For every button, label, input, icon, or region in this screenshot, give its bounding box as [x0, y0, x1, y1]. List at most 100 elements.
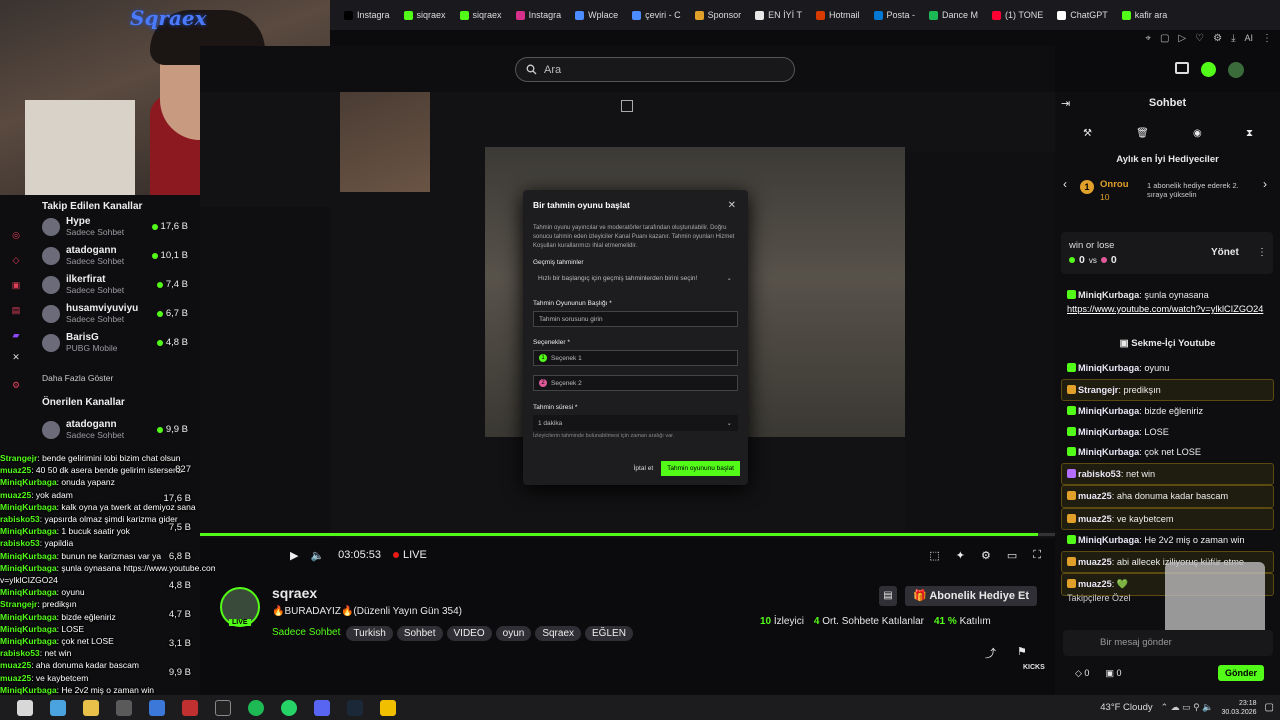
chat-username[interactable]: Strangejr: [1078, 385, 1118, 395]
browser-tab[interactable]: Posta -: [868, 4, 922, 26]
stream-tag[interactable]: EĞLEN: [585, 626, 633, 641]
sidebar-channel[interactable]: BarisG PUBG Mobile 4,8 B: [0, 328, 200, 357]
sidebar-channel[interactable]: atadogann Sadece Sohbet 10,1 B: [0, 241, 200, 270]
whatsapp-icon[interactable]: [281, 699, 297, 716]
ai-icon[interactable]: AI: [1244, 33, 1253, 43]
download-icon[interactable]: ⤓: [1231, 33, 1235, 44]
option-2-input[interactable]: 2 Seçenek 2: [533, 375, 738, 391]
twitch-icon[interactable]: ▰: [11, 330, 21, 340]
chat-bubble-icon[interactable]: ◉: [1193, 128, 1202, 139]
sparkle-icon[interactable]: ✦: [956, 549, 965, 562]
chevron-left-icon[interactable]: ‹: [1063, 177, 1067, 191]
cancel-button[interactable]: İptal et: [634, 465, 654, 472]
play-icon[interactable]: ▷: [1178, 33, 1186, 44]
sidebar-channel[interactable]: husamviyuviyu Sadece Sohbet 6,7 B: [0, 299, 200, 328]
avatar[interactable]: [1228, 62, 1244, 78]
obs-icon[interactable]: [215, 699, 231, 716]
share-icon[interactable]: ⤴: [985, 645, 996, 661]
hammer-icon[interactable]: ⚒: [1083, 128, 1092, 139]
history-select[interactable]: Hızlı bir başlangıç için geçmiş tahminle…: [533, 270, 738, 286]
theater-icon[interactable]: ▭: [1007, 549, 1017, 562]
search-icon[interactable]: [50, 699, 66, 716]
chat-username[interactable]: MiniqKurbaga: [1078, 427, 1139, 437]
report-icon[interactable]: ⚑: [1017, 645, 1027, 658]
stream-tag[interactable]: oyun: [495, 626, 532, 641]
discord-icon[interactable]: [314, 699, 330, 716]
show-more-link[interactable]: Daha Fazla Göster: [42, 373, 113, 383]
categories-icon[interactable]: ◇: [11, 255, 21, 265]
stream-tag[interactable]: Turkish: [346, 626, 393, 641]
browse-icon[interactable]: ◎: [11, 230, 21, 240]
trash-icon[interactable]: 🗑: [1136, 128, 1149, 139]
chat-username[interactable]: muaz25: [1078, 491, 1112, 501]
stream-tag[interactable]: Sohbet: [396, 626, 443, 641]
browser-tab[interactable]: Instagra: [510, 4, 568, 26]
manage-button[interactable]: Yönet: [1211, 247, 1239, 258]
prediction-card[interactable]: win or lose 0 vs 0 Yönet ⋮: [1061, 232, 1273, 274]
browser-tab[interactable]: çeviri - C: [626, 4, 687, 26]
sidebar-channel[interactable]: Hype Sadece Sohbet 17,6 B: [0, 212, 200, 241]
browser-tab[interactable]: Wplace: [569, 4, 624, 26]
send-button[interactable]: Gönder: [1218, 665, 1265, 681]
app-red-icon[interactable]: [182, 699, 198, 716]
stream-tag[interactable]: Sqraex: [535, 626, 582, 641]
sidebar-channel[interactable]: ilkerfirat Sadece Sohbet 7,4 B: [0, 270, 200, 299]
chat-username[interactable]: MiniqKurbaga: [1078, 363, 1139, 373]
more-options-icon[interactable]: ▤: [879, 586, 897, 606]
steam-icon[interactable]: [347, 699, 363, 716]
pinned-link[interactable]: https://www.youtube.com/watch?v=ylklCIZG…: [1067, 304, 1263, 314]
chat-username[interactable]: rabisko53: [1078, 469, 1121, 479]
start-prediction-button[interactable]: Tahmin oyununu başlat: [661, 461, 740, 476]
heart-icon[interactable]: ♡: [1195, 33, 1204, 44]
browser-tab[interactable]: Dance M: [923, 4, 984, 26]
chat-username[interactable]: MiniqKurbaga: [1078, 535, 1139, 545]
outlook-icon[interactable]: [149, 699, 165, 716]
fullscreen-icon[interactable]: ⛶: [1033, 549, 1041, 562]
option-1-input[interactable]: 1 Seçenek 1: [533, 350, 738, 366]
player-progress-bar[interactable]: [200, 533, 1055, 536]
screenshot-icon[interactable]: ▢: [1160, 33, 1169, 44]
stream-tag[interactable]: VIDEO: [446, 626, 492, 641]
chat-username[interactable]: muaz25: [1078, 514, 1112, 524]
browser-tab[interactable]: (1) TONE: [986, 4, 1049, 26]
clips-icon[interactable]: ▤: [11, 305, 21, 315]
weather[interactable]: 43°F Cloudy: [1100, 702, 1152, 713]
volume-icon[interactable]: 🔈: [310, 549, 324, 562]
chevron-right-icon[interactable]: ›: [1263, 177, 1267, 191]
settings-icon[interactable]: ⚙: [981, 549, 991, 562]
channel-name[interactable]: sqraex: [272, 585, 317, 601]
chat-input[interactable]: Bir mesaj gönder: [1063, 630, 1273, 656]
menu-icon[interactable]: ⋮: [1257, 247, 1267, 258]
category-link[interactable]: Sadece Sohbet: [272, 627, 340, 638]
chat-username[interactable]: MiniqKurbaga: [1078, 406, 1139, 416]
browser-tab[interactable]: kafir ara: [1116, 4, 1174, 26]
chat-username[interactable]: muaz25: [1078, 579, 1112, 589]
hourglass-icon[interactable]: ⧗: [1246, 128, 1253, 139]
notification-icon[interactable]: ▢: [1265, 702, 1274, 713]
browser-tab[interactable]: ChatGPT: [1051, 4, 1114, 26]
close-icon[interactable]: ✕: [728, 200, 736, 211]
tray-icons[interactable]: ⌃ ☁ ▭ ⚲ 🔈: [1161, 702, 1214, 713]
wallet-icon[interactable]: [1175, 62, 1189, 74]
app-yellow-icon[interactable]: [380, 699, 396, 716]
clock[interactable]: 23:18 30.03.2026: [1222, 699, 1257, 717]
start-icon[interactable]: [17, 699, 33, 716]
file-explorer-icon[interactable]: [83, 699, 99, 716]
duration-select[interactable]: 1 dakika ⌄: [533, 415, 738, 431]
spotify-icon[interactable]: [248, 699, 264, 716]
x-icon[interactable]: ✕: [11, 352, 21, 362]
following-icon[interactable]: ▣: [11, 280, 21, 290]
prediction-title-input[interactable]: Tahmin sorusunu girin: [533, 311, 738, 327]
browser-tab[interactable]: siqraex: [398, 4, 452, 26]
clip-icon[interactable]: ⬚: [929, 549, 939, 562]
browser-tab[interactable]: Hotmail: [810, 4, 866, 26]
browser-tab[interactable]: Sponsor: [689, 4, 748, 26]
play-pause-icon[interactable]: ▶: [290, 549, 298, 562]
pin-icon[interactable]: ⌖: [1145, 33, 1151, 44]
menu-icon[interactable]: ⋮: [1262, 33, 1272, 44]
extensions-icon[interactable]: ⚙: [1213, 33, 1222, 44]
settings-icon[interactable]: ⚙: [11, 380, 21, 390]
chat-username[interactable]: muaz25: [1078, 557, 1112, 567]
pip-icon[interactable]: [621, 100, 633, 112]
browser-tab[interactable]: Instagra: [338, 4, 396, 26]
